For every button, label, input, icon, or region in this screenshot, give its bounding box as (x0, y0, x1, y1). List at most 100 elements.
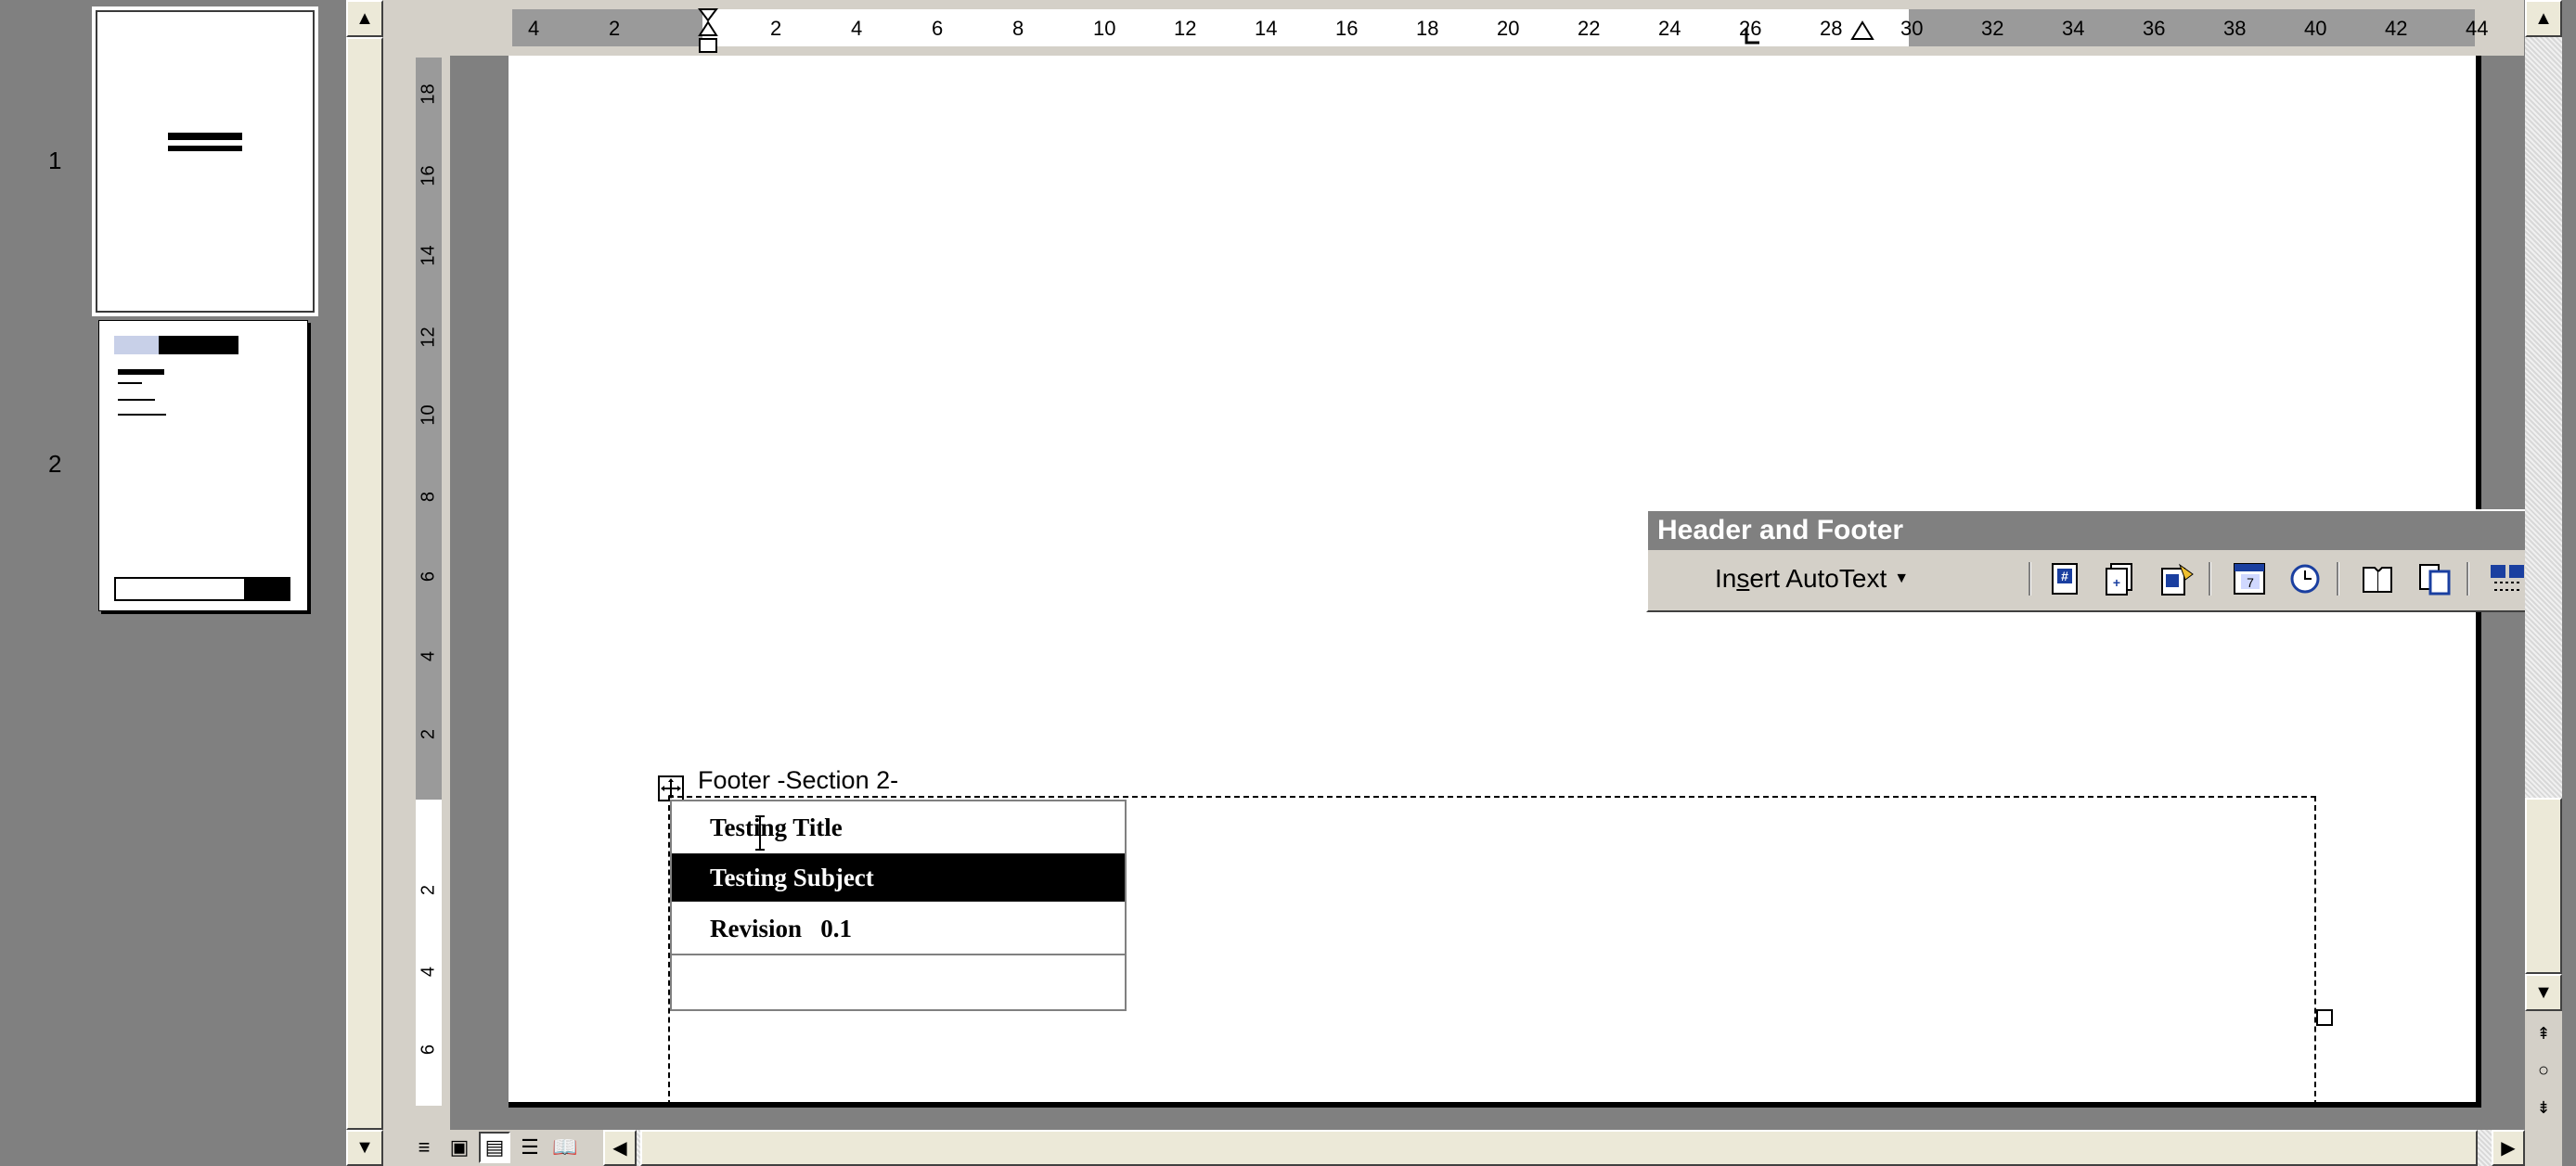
normal-view-button[interactable]: ≡ (408, 1132, 440, 1163)
hscroll-right-button[interactable]: ▶ (2492, 1130, 2525, 1166)
reading-layout-icon: 📖 (552, 1135, 578, 1159)
resize-handle[interactable] (2316, 1009, 2333, 1026)
thumbnails-scroll-down-button[interactable]: ▼ (346, 1130, 383, 1166)
link-to-previous-icon (2491, 565, 2524, 591)
thumbnail-header-block (114, 336, 159, 354)
dropdown-arrow-icon: ▼ (1894, 570, 1910, 586)
ruler-tick-label: 44 (2466, 17, 2489, 40)
arrow-left-icon: ◀ (612, 1138, 627, 1159)
ruler-tick-label: 16 (1335, 17, 1359, 40)
insert-date-icon: 7 (2234, 563, 2265, 595)
previous-page-button[interactable]: ⇞ (2525, 1017, 2562, 1050)
ruler-tick-label: 10 (1093, 17, 1116, 40)
link-to-previous-button[interactable] (2489, 560, 2526, 597)
pane-splitter[interactable] (383, 0, 408, 1166)
web-layout-view-button[interactable]: ▣ (444, 1132, 475, 1163)
format-page-number-icon (2161, 563, 2194, 596)
doc-scroll-down-button[interactable]: ▼ (2525, 974, 2562, 1011)
outline-view-button[interactable]: ☰ (514, 1132, 546, 1163)
right-indent-marker[interactable] (1850, 20, 1874, 43)
thumbnails-scroll-thumb[interactable] (346, 37, 383, 1130)
table-row[interactable]: Testing Title (672, 801, 1125, 853)
hscroll-thumb[interactable] (640, 1130, 2478, 1166)
thumbnail-footer-block (114, 577, 290, 601)
vertical-ruler-tick-label: 6 (418, 1044, 439, 1056)
doc-scroll-up-button[interactable]: ▲ (2525, 0, 2562, 37)
thumbnail-page-2[interactable] (98, 320, 308, 611)
ruler-tick-label: 4 (528, 17, 540, 40)
ruler-tick-label: 28 (1820, 17, 1843, 40)
vertical-ruler-tick-label: 4 (418, 650, 439, 662)
text-cursor-ibeam (753, 814, 766, 852)
ruler-tick-label: 6 (932, 17, 944, 40)
table-row[interactable] (672, 955, 1125, 1006)
thumbnail-text-block (168, 133, 242, 140)
footer-section-label: Footer -Section 2- (698, 766, 899, 794)
outline-view-icon: ☰ (521, 1135, 539, 1159)
insert-number-of-pages-icon: + (2106, 563, 2132, 596)
thumbnail-page-1[interactable] (92, 6, 318, 316)
thumbnails-pane: 1 2 (0, 0, 346, 1166)
page-setup-button[interactable] (2359, 560, 2396, 597)
footer-subject-text[interactable]: Testing Subject (710, 864, 874, 891)
vertical-ruler-tick-label: 10 (418, 404, 439, 426)
indent-marker[interactable] (698, 7, 718, 56)
ruler-tick-label: 40 (2304, 17, 2327, 40)
thumbnail-text-line (118, 369, 164, 375)
thumbnails-scroll-up-button[interactable]: ▲ (346, 0, 383, 37)
ruler-tick-label: 12 (1174, 17, 1197, 40)
double-arrow-down-icon: ⇟ (2536, 1097, 2551, 1117)
insert-date-button[interactable]: 7 (2231, 560, 2268, 597)
thumbnail-text-block (168, 146, 242, 151)
browse-object-circle-icon: ○ (2537, 1059, 2550, 1081)
ruler-left-margin (512, 9, 702, 46)
insert-time-icon (2290, 564, 2320, 594)
toolbar-separator (2209, 562, 2211, 596)
format-page-number-button[interactable] (2158, 560, 2196, 597)
next-page-button[interactable]: ⇟ (2525, 1091, 2562, 1124)
insert-number-of-pages-button[interactable]: + (2101, 560, 2138, 597)
toolbar-separator (2467, 562, 2469, 596)
insert-autotext-button[interactable]: Insert AutoText ▼ (1715, 558, 1947, 599)
print-layout-icon: ▤ (484, 1135, 505, 1159)
right-indent-icon (1850, 20, 1874, 40)
footer-revision-text[interactable]: Revision 0.1 (710, 915, 852, 942)
thumbnail-footer-fill (244, 579, 289, 599)
toolbar-title[interactable]: Header and Footer (1648, 511, 2574, 550)
vertical-ruler-tick-label: 4 (418, 966, 439, 978)
show-hide-document-text-icon (2419, 564, 2451, 596)
arrow-right-icon: ▶ (2501, 1138, 2516, 1159)
show-hide-document-text-button[interactable] (2416, 560, 2454, 597)
vertical-ruler-tick-label: 16 (418, 165, 439, 186)
ruler-tick-label: 8 (1012, 17, 1024, 40)
footer-table[interactable]: Testing Title Testing Subject Revision 0… (670, 800, 1127, 1011)
thumbnail-text-line (118, 399, 155, 401)
footer-title-text[interactable]: Testing Title (710, 814, 843, 841)
doc-scroll-thumb[interactable] (2525, 798, 2562, 974)
svg-text:+: + (2113, 575, 2120, 590)
table-row-selected[interactable]: Testing Subject (672, 853, 1125, 902)
toolbar-separator (2337, 562, 2339, 596)
reading-layout-view-button[interactable]: 📖 (549, 1132, 581, 1163)
vertical-ruler-tick-label: 2 (418, 884, 439, 896)
ruler-tick-label: 14 (1255, 17, 1278, 40)
left-tab-stop-icon (1745, 28, 1759, 45)
double-arrow-up-icon: ⇞ (2536, 1023, 2551, 1043)
tab-stop-marker[interactable] (1743, 24, 1763, 50)
arrow-down-icon: ▼ (355, 1137, 374, 1158)
print-layout-view-button[interactable]: ▤ (479, 1132, 510, 1163)
vertical-ruler-tick-label: 18 (418, 83, 439, 105)
arrow-up-icon: ▲ (355, 7, 374, 29)
select-browse-object-button[interactable]: ○ (2525, 1054, 2562, 1087)
window-edge (2562, 0, 2576, 1166)
insert-time-button[interactable] (2286, 560, 2324, 597)
insert-page-number-button[interactable]: # (2047, 560, 2084, 597)
svg-text:7: 7 (2247, 575, 2254, 590)
hscroll-left-button[interactable]: ◀ (603, 1130, 637, 1166)
vertical-ruler-tick-label: 6 (418, 570, 439, 583)
ibeam-cursor-icon (755, 815, 765, 851)
table-row[interactable]: Revision 0.1 (672, 902, 1125, 955)
ruler-tick-label: 38 (2223, 17, 2247, 40)
thumbnail-header-block (159, 336, 238, 354)
arrow-up-icon: ▲ (2534, 7, 2553, 29)
